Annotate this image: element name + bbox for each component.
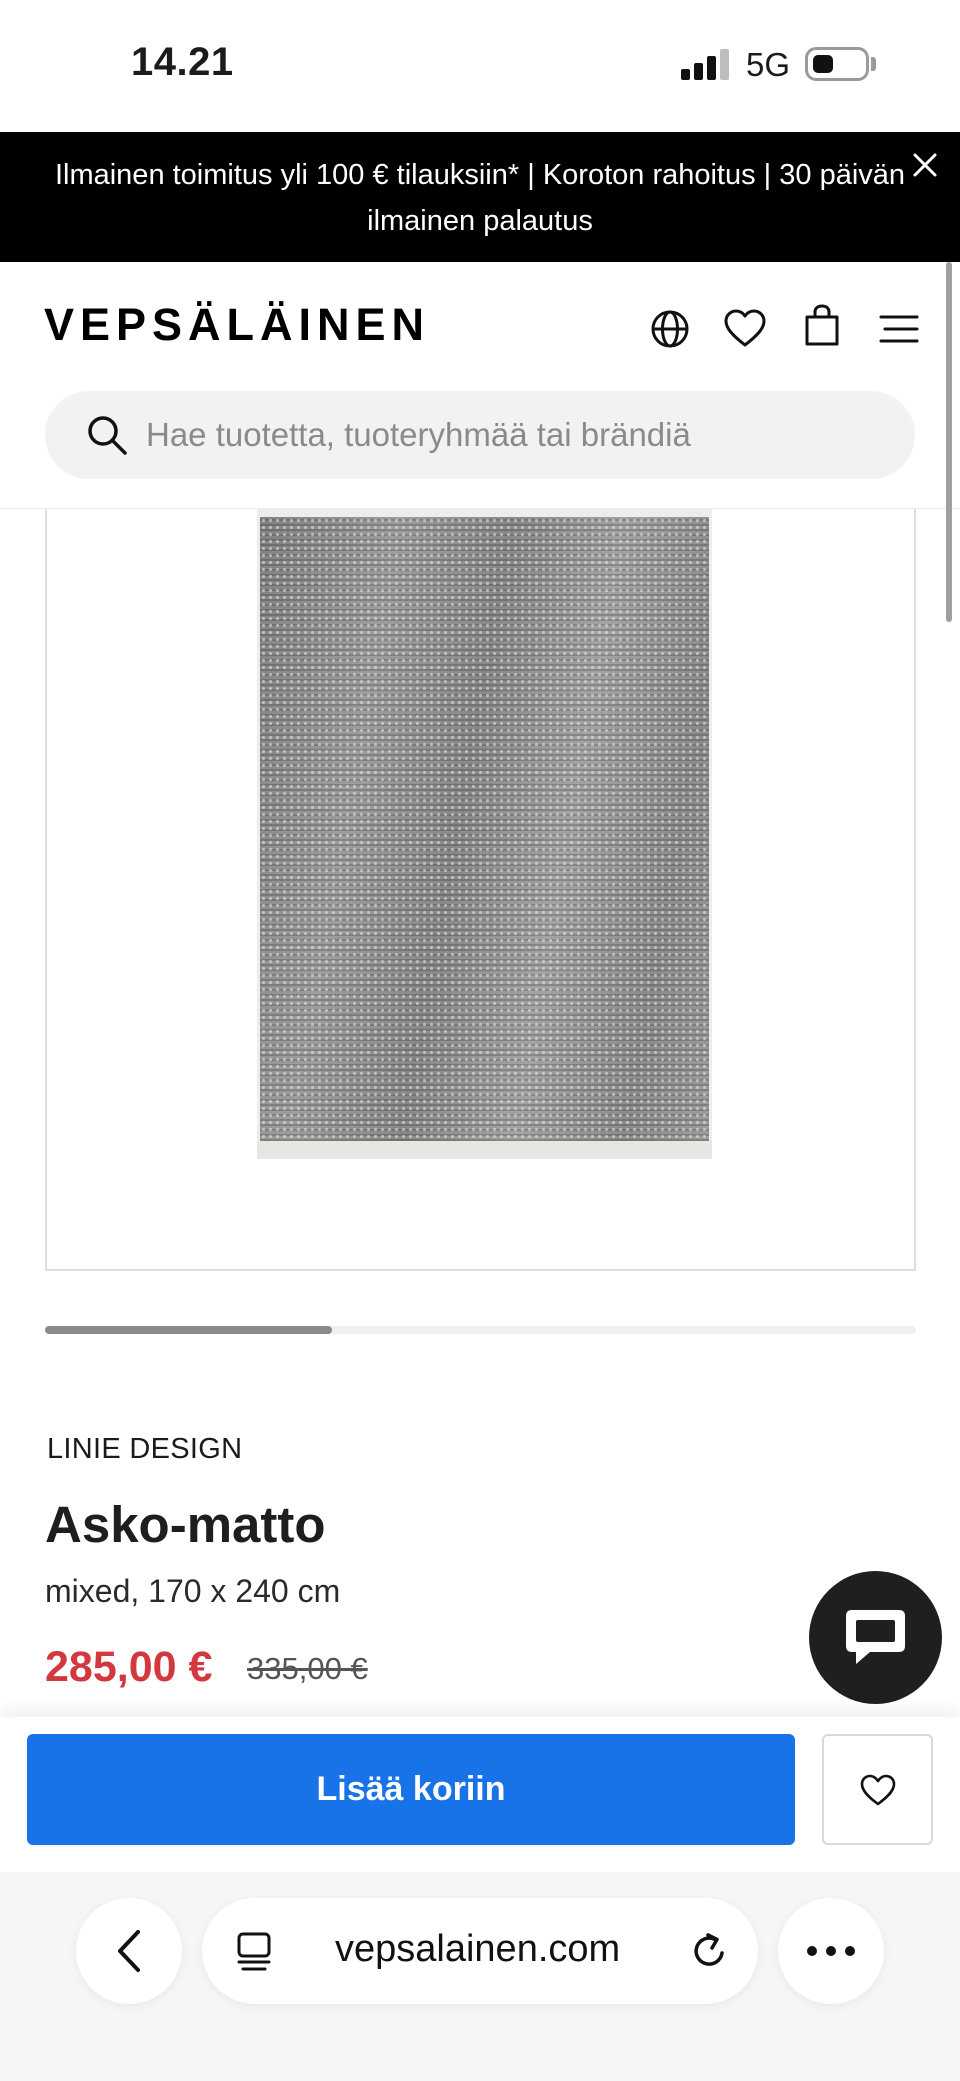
close-icon[interactable] [910,150,940,180]
chat-button[interactable] [809,1571,942,1704]
tabs-icon [237,1932,271,1971]
product-title: Asko-matto [45,1496,326,1553]
product-variant: mixed, 170 x 240 cm [45,1573,341,1609]
more-icon [807,1946,855,1956]
reload-icon[interactable] [688,1930,730,1972]
search-icon [88,416,127,455]
more-options-button[interactable] [778,1898,884,2004]
add-to-cart-button[interactable]: Lisää koriin [27,1734,795,1845]
status-bar: 14.21 5G [0,0,960,132]
product-image-frame[interactable] [45,509,916,1271]
site-header: VEPSÄLÄINEN Hae tuotetta, tuoteryhmää ta… [0,262,960,509]
promo-banner: Ilmainen toimitus yli 100 € tilauksiin* … [0,132,960,262]
original-price: 335,00 € [247,1651,368,1686]
globe-icon[interactable] [647,306,693,352]
back-button[interactable] [76,1898,182,2004]
product-price: 285,00 € [45,1643,213,1691]
heart-icon [860,1774,896,1806]
battery-icon [805,47,869,81]
chevron-left-icon [118,1930,140,1972]
status-time: 14.21 [131,40,234,84]
battery-cap [871,57,876,71]
sticky-action-bar: Lisää koriin [0,1717,960,1872]
product-image [257,509,712,1159]
promo-text: Ilmainen toimitus yli 100 € tilauksiin* … [54,159,906,237]
product-brand[interactable]: LINIE DESIGN [47,1433,242,1466]
image-carousel-progress[interactable] [45,1326,916,1334]
heart-icon[interactable] [722,306,768,352]
page-scrollbar[interactable] [946,262,952,622]
chat-icon [846,1610,905,1664]
address-bar[interactable]: vepsalainen.com [202,1898,758,2004]
site-logo[interactable]: VEPSÄLÄINEN [44,299,430,351]
carousel-progress-fill [45,1326,333,1334]
signal-icon [681,48,731,80]
add-to-wishlist-button[interactable] [822,1734,933,1845]
network-label: 5G [746,46,791,83]
search-placeholder: Hae tuotetta, tuoteryhmää tai brändiä [146,416,691,453]
shopping-bag-icon[interactable] [799,302,845,348]
browser-toolbar: vepsalainen.com [0,1872,960,2081]
url-text: vepsalainen.com [335,1928,621,1970]
search-input[interactable]: Hae tuotetta, tuoteryhmää tai brändiä [45,391,915,479]
menu-icon[interactable] [876,306,922,352]
